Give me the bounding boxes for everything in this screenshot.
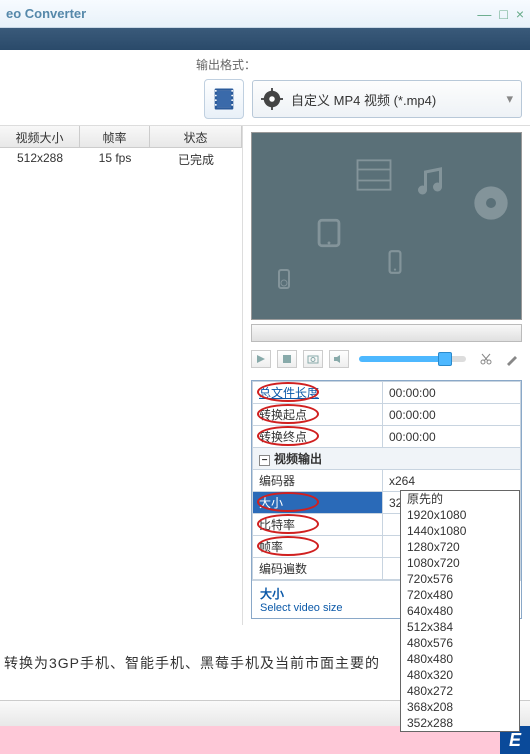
size-option[interactable]: 352x288 xyxy=(401,715,519,731)
file-list-panel: 视频大小 帧率 状态 512x288 15 fps 已完成 xyxy=(0,126,243,625)
format-film-icon[interactable] xyxy=(204,79,244,119)
output-format-row: 输出格式： xyxy=(0,50,530,79)
toolbar-stripe xyxy=(0,28,530,50)
transport-controls xyxy=(251,348,522,370)
cell-fps: 15 fps xyxy=(80,148,150,170)
framerate-label: 帧率 xyxy=(253,536,383,558)
end-point-value[interactable]: 00:00:00 xyxy=(383,426,521,448)
app-title: eo Converter xyxy=(6,6,86,21)
size-option[interactable]: 512x384 xyxy=(401,619,519,635)
size-option[interactable]: 1920x1080 xyxy=(401,507,519,523)
size-option[interactable]: 480x272 xyxy=(401,683,519,699)
minimize-button[interactable]: — xyxy=(477,6,491,22)
encoder-value[interactable]: x264 xyxy=(383,470,521,492)
cell-status: 已完成 xyxy=(150,148,242,170)
mute-button[interactable] xyxy=(329,350,349,368)
gear-icon xyxy=(261,88,283,110)
start-point-label: 转换起点 xyxy=(253,404,383,426)
output-format-dropdown[interactable]: 自定义 MP4 视频 (*.mp4) ▾ xyxy=(252,80,522,118)
size-option[interactable]: 1440x1080 xyxy=(401,523,519,539)
maximize-button[interactable]: □ xyxy=(499,6,507,22)
film-icon xyxy=(352,153,396,197)
size-option[interactable]: 720x480 xyxy=(401,587,519,603)
encoder-label: 编码器 xyxy=(253,470,383,492)
size-option[interactable]: 480x320 xyxy=(401,667,519,683)
edit-button[interactable] xyxy=(502,350,522,368)
start-point-value[interactable]: 00:00:00 xyxy=(383,404,521,426)
tablet-icon xyxy=(312,213,346,253)
cut-button[interactable] xyxy=(476,350,496,368)
size-option[interactable]: 640x480 xyxy=(401,603,519,619)
close-button[interactable]: × xyxy=(516,6,524,22)
video-output-section[interactable]: −视频输出 xyxy=(253,448,521,470)
column-headers: 视频大小 帧率 状态 xyxy=(0,126,242,148)
size-option[interactable]: 1080x720 xyxy=(401,555,519,571)
size-option[interactable]: 480x576 xyxy=(401,635,519,651)
size-label[interactable]: 大小 xyxy=(253,492,383,514)
size-option[interactable]: 368x208 xyxy=(401,699,519,715)
ipod-icon xyxy=(272,263,296,295)
volume-slider[interactable] xyxy=(359,356,466,362)
total-length-label[interactable]: 总文件长度 xyxy=(253,382,383,404)
table-row[interactable]: 512x288 15 fps 已完成 xyxy=(0,148,242,170)
size-option[interactable]: 480x480 xyxy=(401,651,519,667)
scrub-bar[interactable] xyxy=(251,324,522,342)
total-length-value: 00:00:00 xyxy=(383,382,521,404)
bitrate-label: 比特率 xyxy=(253,514,383,536)
size-dropdown-list[interactable]: 原先的1920x10801440x10801280x7201080x720720… xyxy=(400,490,520,732)
chevron-down-icon: ▾ xyxy=(506,91,513,107)
collapse-icon[interactable]: − xyxy=(259,455,270,466)
end-point-label: 转换终点 xyxy=(253,426,383,448)
play-button[interactable] xyxy=(251,350,271,368)
disc-icon xyxy=(471,183,511,223)
passes-label: 编码遍数 xyxy=(253,558,383,580)
col-header-size[interactable]: 视频大小 xyxy=(0,126,80,147)
col-header-fps[interactable]: 帧率 xyxy=(80,126,150,147)
cell-size: 512x288 xyxy=(0,148,80,170)
size-option[interactable]: 原先的 xyxy=(401,491,519,507)
music-icon xyxy=(412,163,448,199)
video-preview[interactable] xyxy=(251,132,522,320)
output-format-value: 自定义 MP4 视频 (*.mp4) xyxy=(291,90,436,109)
phone-icon xyxy=(382,243,408,281)
output-format-label: 输出格式： xyxy=(196,56,256,73)
col-header-status[interactable]: 状态 xyxy=(150,126,242,147)
titlebar: eo Converter — □ × xyxy=(0,0,530,28)
snapshot-button[interactable] xyxy=(303,350,323,368)
window-buttons: — □ × xyxy=(477,6,524,22)
size-option[interactable]: 1280x720 xyxy=(401,539,519,555)
stop-button[interactable] xyxy=(277,350,297,368)
size-option[interactable]: 720x576 xyxy=(401,571,519,587)
